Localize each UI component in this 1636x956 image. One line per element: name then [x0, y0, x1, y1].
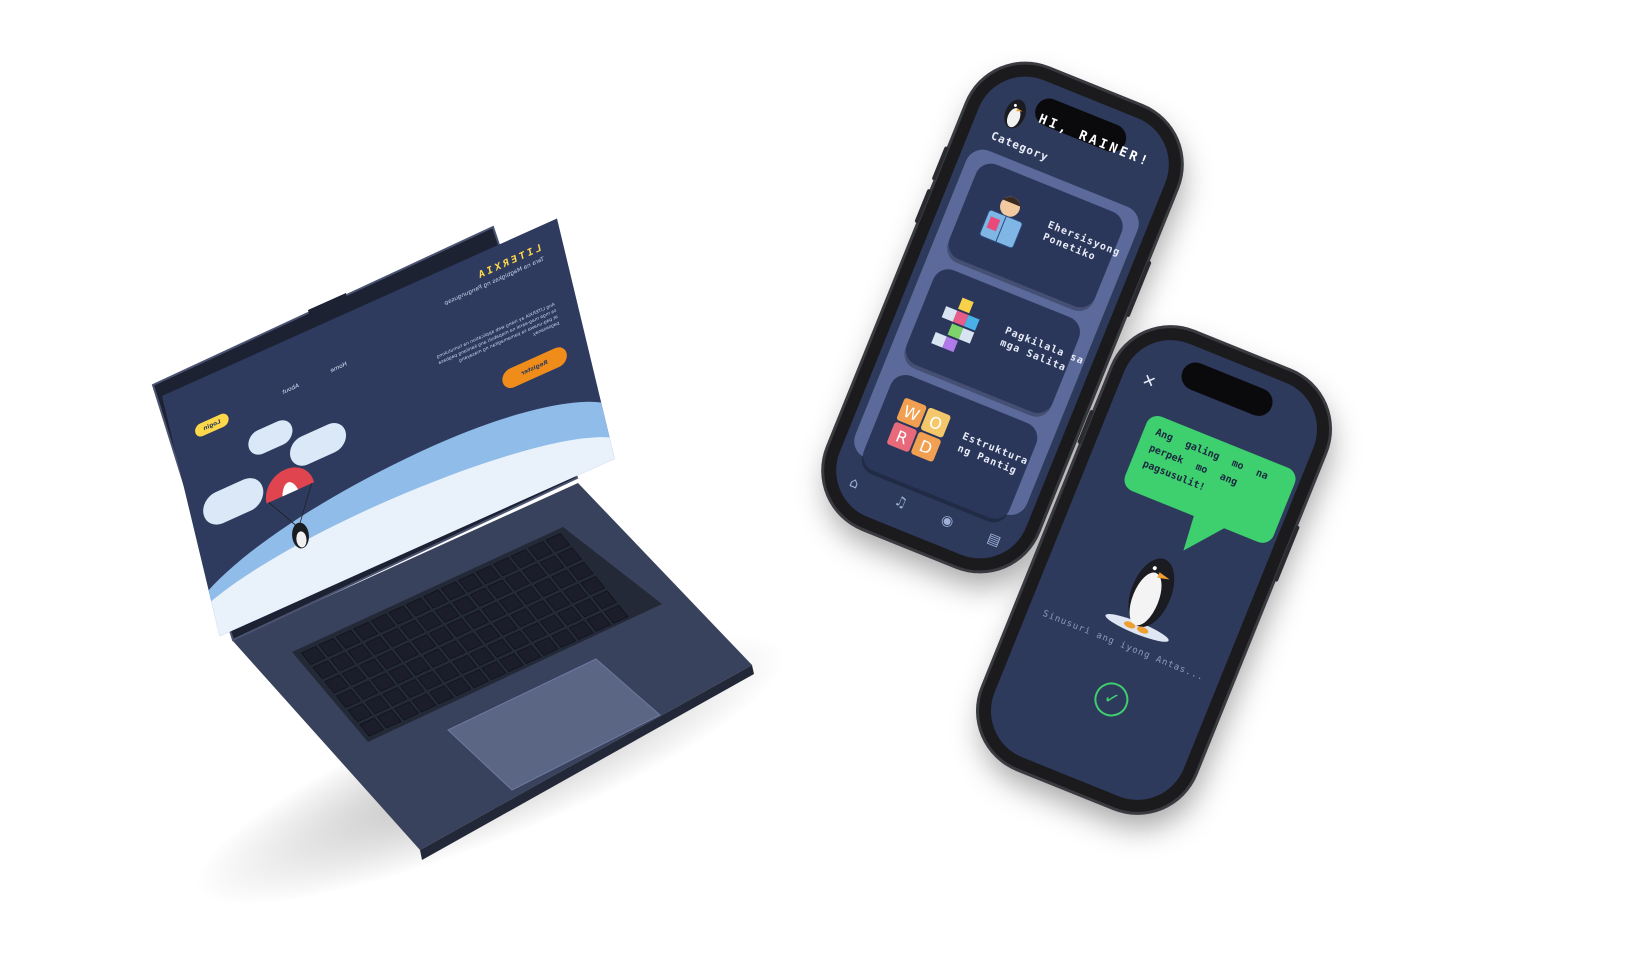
book-icon[interactable]: ▤ — [980, 526, 1009, 555]
reading-kid-icon — [979, 196, 1023, 249]
nav-about-link[interactable]: About — [282, 382, 300, 396]
dynamic-island — [1177, 358, 1277, 421]
word-grid-icon — [931, 297, 980, 353]
nav-home-link[interactable]: Home — [330, 361, 348, 375]
category-label: Ehersisyong Ponetiko — [1041, 219, 1122, 264]
site-nav: Home About — [282, 361, 348, 396]
home-icon[interactable]: ⌂ — [840, 469, 869, 498]
category-label: Pagkilala sa mga Salita — [998, 325, 1086, 374]
check-icon[interactable]: ✓ — [1089, 677, 1134, 722]
close-icon[interactable]: ✕ — [1139, 370, 1159, 393]
penguin-avatar-icon — [1004, 99, 1027, 129]
login-button[interactable]: Login — [194, 411, 230, 439]
word-blocks-icon: W O R D — [887, 398, 951, 462]
category-label: Estruktura ng Pantig — [955, 431, 1030, 478]
bell-icon[interactable]: ♫ — [886, 488, 915, 517]
cloud — [245, 416, 295, 459]
eye-icon[interactable]: ◉ — [933, 507, 962, 536]
cloud — [287, 418, 350, 471]
register-button[interactable]: Register — [500, 343, 569, 392]
